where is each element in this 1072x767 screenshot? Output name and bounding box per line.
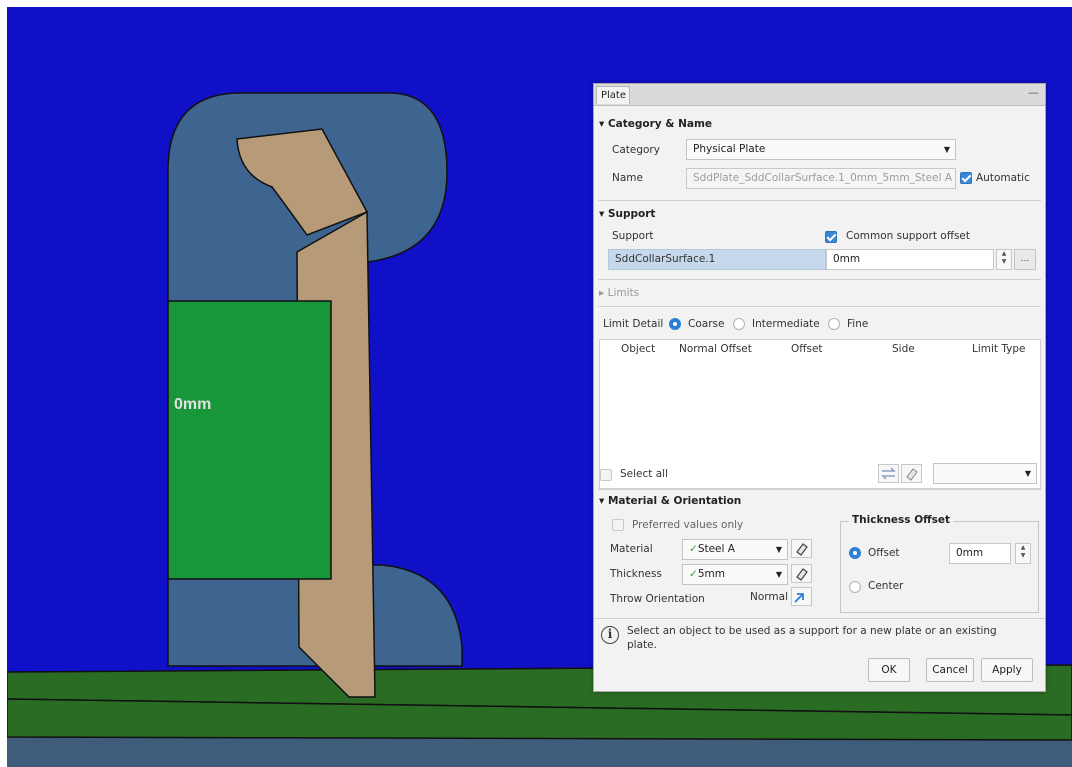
thickness-offset-group: Thickness Offset Offset 0mm ▲ ▼ Center — [840, 514, 1039, 613]
apply-button[interactable]: Apply — [981, 658, 1033, 682]
common-offset-checkbox[interactable] — [825, 231, 837, 243]
column-header-normal-offset[interactable]: Normal Offset — [679, 343, 752, 355]
swap-icon[interactable] — [878, 464, 899, 483]
thickness-label: Thickness — [610, 568, 662, 580]
intermediate-radio[interactable] — [733, 318, 745, 330]
select-all-checkbox[interactable] — [600, 469, 612, 481]
column-header-side[interactable]: Side — [892, 343, 915, 355]
separator — [598, 489, 1041, 490]
intermediate-label: Intermediate — [752, 318, 820, 330]
limit-type-combo[interactable]: ▼ — [933, 463, 1037, 484]
check-icon: ✓ — [689, 543, 698, 555]
preferred-values-checkbox[interactable] — [612, 519, 624, 531]
column-header-object[interactable]: Object — [621, 343, 655, 355]
material-value: Steel A — [697, 543, 735, 555]
fine-label: Fine — [847, 318, 869, 330]
offset-radio[interactable] — [849, 547, 861, 559]
browse-button[interactable]: ... — [1014, 249, 1036, 270]
select-all-label: Select all — [620, 468, 668, 480]
chevron-down-icon: ▼ — [1024, 469, 1031, 478]
center-radio[interactable] — [849, 581, 861, 593]
separator — [598, 200, 1041, 201]
coarse-label: Coarse — [688, 318, 725, 330]
thickness-offset-stepper[interactable]: ▲ ▼ — [1015, 543, 1031, 564]
automatic-checkbox[interactable] — [960, 172, 972, 184]
chevron-down-icon: ▼ — [775, 545, 782, 554]
material-label: Material — [610, 543, 653, 555]
column-header-limit-type[interactable]: Limit Type — [972, 343, 1025, 355]
throw-orientation-value: Normal — [750, 591, 788, 603]
offset-label: Offset — [868, 547, 900, 559]
ok-button[interactable]: OK — [868, 658, 910, 682]
name-field[interactable]: SddPlate_SddCollarSurface.1_0mm_5mm_Stee… — [686, 168, 956, 189]
limit-detail-label: Limit Detail — [603, 318, 664, 330]
preferred-values-label: Preferred values only — [632, 519, 744, 531]
separator — [598, 306, 1041, 307]
dialog-titlebar[interactable]: Plate — — [594, 84, 1045, 106]
status-message: Select an object to be used as a support… — [627, 625, 997, 651]
chevron-down-icon: ▼ — [775, 570, 782, 579]
category-label: Category — [612, 144, 660, 156]
support-offset-field[interactable]: 0mm — [826, 249, 994, 270]
column-header-offset[interactable]: Offset — [791, 343, 823, 355]
chevron-down-icon: ▼ — [943, 145, 950, 154]
section-material-orientation[interactable]: ▾ Material & Orientation — [599, 495, 741, 507]
minimize-icon[interactable]: — — [1028, 86, 1039, 99]
support-offset-stepper[interactable]: ▲ ▼ — [996, 249, 1012, 270]
status-bar: i Select an object to be used as a suppo… — [594, 618, 1045, 657]
material-combo[interactable]: ✓Steel A ▼ — [682, 539, 788, 560]
cancel-button[interactable]: Cancel — [926, 658, 974, 682]
common-offset-label: Common support offset — [846, 230, 970, 242]
throw-orientation-label: Throw Orientation — [610, 593, 705, 605]
fine-radio[interactable] — [828, 318, 840, 330]
section-limits[interactable]: ▸ Limits — [599, 287, 639, 299]
plate-dialog[interactable]: Plate — ▾ Category & Name Category Physi… — [593, 83, 1046, 692]
thickness-eraser-icon[interactable] — [791, 564, 812, 583]
coarse-radio[interactable] — [669, 318, 681, 330]
category-value: Physical Plate — [693, 143, 766, 155]
support-field[interactable]: SddCollarSurface.1 — [608, 249, 826, 270]
section-category-name[interactable]: ▾ Category & Name — [599, 118, 712, 130]
green-plate[interactable] — [167, 300, 332, 580]
support-label: Support — [612, 230, 654, 242]
thickness-combo[interactable]: ✓5mm ▼ — [682, 564, 788, 585]
thickness-value: 5mm — [697, 568, 725, 580]
tab-plate[interactable]: Plate — [596, 86, 630, 104]
check-icon: ✓ — [689, 568, 698, 580]
separator — [598, 279, 1041, 280]
flip-orientation-icon[interactable] — [791, 587, 812, 606]
info-icon: i — [601, 626, 619, 644]
section-material-title: Material & Orientation — [607, 495, 742, 507]
center-label: Center — [868, 580, 904, 592]
material-eraser-icon[interactable] — [791, 539, 812, 558]
name-label: Name — [612, 172, 643, 184]
section-limits-title: Limits — [607, 287, 640, 299]
thickness-offset-field[interactable]: 0mm — [949, 543, 1011, 564]
section-support-title: Support — [607, 208, 656, 220]
automatic-label: Automatic — [976, 172, 1030, 184]
section-category-name-title: Category & Name — [607, 118, 713, 130]
plate-label: 0mm — [174, 396, 211, 413]
thickness-offset-title: Thickness Offset — [849, 514, 954, 526]
category-combo[interactable]: Physical Plate ▼ — [686, 139, 956, 160]
section-support[interactable]: ▾ Support — [599, 208, 655, 220]
eraser-icon[interactable] — [901, 464, 922, 483]
